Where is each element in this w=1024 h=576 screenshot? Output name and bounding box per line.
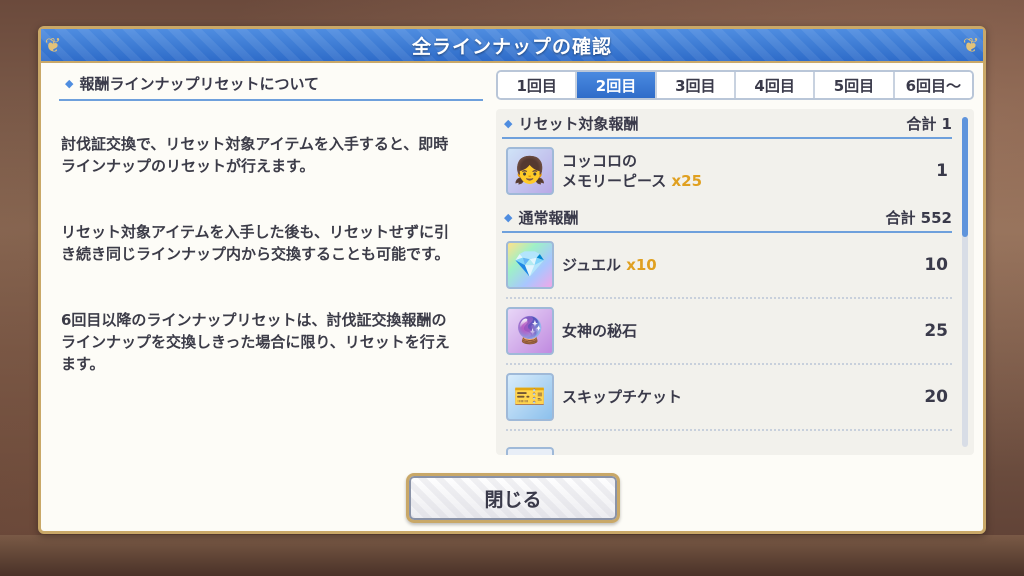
info-pane: ◆ 報酬ラインナップリセットについて 討伐証交換で、リセット対象アイテムを入手す… [59, 71, 483, 419]
memory-piece-icon: 👧 [506, 147, 554, 195]
dialog-title: 全ラインナップの確認 [411, 35, 612, 58]
partial-item-icon [506, 447, 554, 455]
reset-reward-total: 合計 1 [906, 115, 952, 133]
tab-round-3[interactable]: 3回目 [656, 72, 736, 98]
info-paragraph-1: 討伐証交換で、リセット対象アイテムを入手すると、即時ラインナップのリセットが行え… [61, 135, 449, 175]
info-paragraph-3: 6回目以降のラインナップリセットは、討伐証交換報酬のラインナップを交換しきった場… [61, 311, 450, 373]
tab-round-4[interactable]: 4回目 [735, 72, 816, 98]
reset-reward-heading: ◆ リセット対象報酬 合計 1 [502, 109, 952, 139]
tab-round-1[interactable]: 1回目 [498, 72, 578, 98]
jewel-icon: 💎 [506, 241, 554, 289]
tab-round-5[interactable]: 5回目 [815, 72, 895, 98]
ornament-left-icon: ❦ [44, 33, 62, 57]
list-item[interactable]: 💎 ジュエル x10 10 [506, 233, 952, 299]
diamond-bullet-icon: ◆ [65, 77, 74, 90]
list-item[interactable]: 👧 コッコロの メモリーピース x25 1 [506, 139, 952, 203]
item-name: 女神の秘石 [562, 322, 638, 340]
scroll-thumb[interactable] [962, 117, 968, 237]
item-count: 1 [936, 161, 948, 181]
reset-reward-heading-text: リセット対象報酬 [518, 115, 639, 133]
diamond-bullet-icon: ◆ [504, 117, 513, 130]
item-count: 10 [924, 255, 948, 275]
info-paragraph-2: リセット対象アイテムを入手した後も、リセットせずに引き続き同じラインナップ内から… [61, 223, 450, 263]
list-scrollbar[interactable] [962, 117, 968, 447]
item-count: 25 [924, 321, 948, 341]
lineup-dialog: ❦ 全ラインナップの確認 ❦ ◆ 報酬ラインナップリセットについて 討伐証交換で… [38, 26, 986, 534]
normal-reward-total: 合計 552 [885, 209, 952, 227]
list-item[interactable]: 🔮 女神の秘石 25 [506, 299, 952, 365]
diamond-bullet-icon: ◆ [504, 211, 513, 224]
normal-reward-heading: ◆ 通常報酬 合計 552 [502, 203, 952, 233]
dialog-title-bar: ❦ 全ラインナップの確認 ❦ [41, 29, 983, 63]
normal-reward-heading-text: 通常報酬 [518, 209, 579, 227]
ornament-right-icon: ❦ [962, 33, 980, 57]
close-button[interactable]: 閉じる [406, 473, 620, 523]
goddess-stone-icon: 🔮 [506, 307, 554, 355]
list-item[interactable]: 🎫 スキップチケット 20 [506, 365, 952, 431]
tab-round-6-plus[interactable]: 6回目〜 [894, 72, 972, 98]
item-name: コッコロの メモリーピース x25 [562, 152, 703, 190]
reward-list[interactable]: ◆ リセット対象報酬 合計 1 👧 コッコロの メモリーピース x25 1 ◆ … [496, 109, 974, 455]
item-name: スキップチケット [562, 388, 683, 406]
background-bottom-strip [0, 535, 1024, 576]
skip-ticket-icon: 🎫 [506, 373, 554, 421]
item-count: 20 [924, 387, 948, 407]
tab-round-2[interactable]: 2回目 [577, 72, 657, 98]
info-body: 討伐証交換で、リセット対象アイテムを入手すると、即時ラインナップのリセットが行え… [59, 111, 483, 419]
info-heading-text: 報酬ラインナップリセットについて [79, 75, 320, 93]
round-tabs: 1回目 2回目 3回目 4回目 5回目 6回目〜 [496, 70, 974, 100]
item-name: ジュエル x10 [562, 256, 657, 274]
info-heading: ◆ 報酬ラインナップリセットについて [59, 71, 483, 101]
